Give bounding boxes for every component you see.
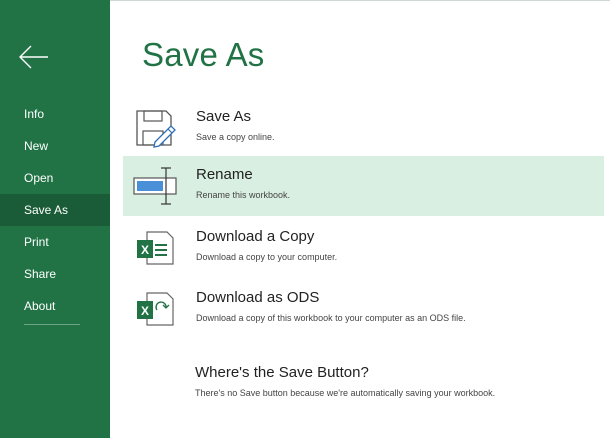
page-title: Save As	[142, 36, 265, 73]
option-title: Download as ODS	[196, 289, 320, 306]
sidebar-item-info[interactable]: Info	[0, 98, 110, 130]
sidebar: Info New Open Save As Print Share About	[0, 0, 110, 438]
sidebar-item-share[interactable]: Share	[0, 258, 110, 290]
sidebar-item-new[interactable]: New	[0, 130, 110, 162]
rename-option[interactable]: Rename Rename this workbook.	[123, 156, 604, 216]
svg-text:X: X	[141, 243, 149, 257]
option-title: Rename	[196, 166, 253, 183]
top-border	[110, 0, 610, 1]
sidebar-nav: Info New Open Save As Print Share About	[0, 98, 110, 322]
download-copy-option[interactable]: X Download a Copy Download a copy to you…	[123, 218, 604, 278]
option-description: Save a copy online.	[196, 132, 275, 142]
excel-download-icon: X	[137, 231, 174, 265]
help-description: There's no Save button because we're aut…	[195, 388, 496, 398]
sidebar-item-open[interactable]: Open	[0, 162, 110, 194]
back-arrow-icon	[19, 45, 48, 69]
sidebar-item-print[interactable]: Print	[0, 226, 110, 258]
option-description: Rename this workbook.	[196, 190, 291, 200]
save-as-icon	[136, 110, 176, 148]
svg-text:X: X	[141, 304, 149, 318]
help-title: Where's the Save Button?	[195, 364, 369, 381]
option-title: Download a Copy	[196, 228, 315, 245]
download-ods-option[interactable]: X Download as ODS Download a copy of thi…	[123, 279, 604, 339]
back-button[interactable]	[14, 40, 54, 74]
sidebar-item-save-as[interactable]: Save As	[0, 194, 110, 226]
excel-ods-icon: X	[137, 292, 174, 326]
option-description: Download a copy to your computer.	[196, 252, 338, 262]
save-as-option[interactable]: Save As Save a copy online.	[123, 98, 604, 158]
sidebar-divider	[24, 324, 80, 325]
option-title: Save As	[196, 108, 252, 125]
rename-icon	[133, 167, 177, 205]
option-description: Download a copy of this workbook to your…	[196, 313, 466, 323]
sidebar-item-about[interactable]: About	[0, 290, 110, 322]
